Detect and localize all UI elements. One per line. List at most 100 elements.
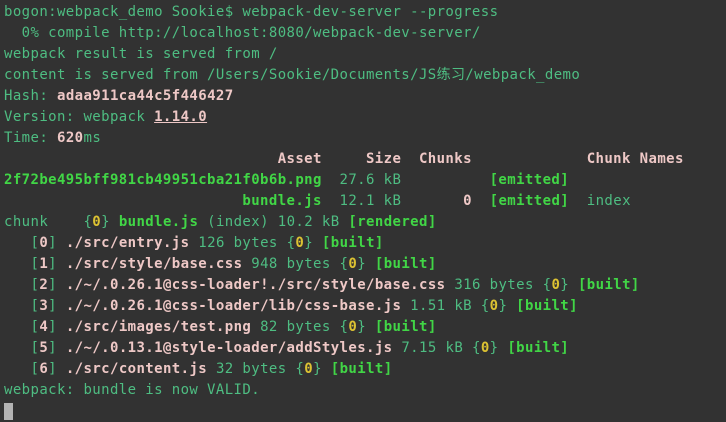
terminal-line: [2] ./~/.0.26.1@css-loader!./src/style/b…: [4, 275, 726, 296]
terminal-text-segment: ./src/entry.js: [66, 235, 190, 251]
terminal-text-segment: 6: [39, 361, 48, 377]
terminal-text-segment: ]: [48, 361, 66, 377]
terminal-text-segment: [built]: [578, 277, 640, 293]
terminal-text-segment: chunk {: [4, 214, 92, 230]
terminal-line: Asset Size Chunks Chunk Names: [4, 149, 726, 170]
terminal-text-segment: 0: [348, 256, 357, 272]
terminal-text-segment: [: [4, 298, 39, 314]
terminal-text-segment: 27.6 kB: [322, 172, 490, 188]
terminal-text-segment: ./~/.0.26.1@css-loader/lib/css-base.js: [66, 298, 402, 314]
terminal-text-segment: [: [4, 340, 39, 356]
terminal-text-segment: [emitted]: [490, 193, 569, 209]
terminal-text-segment: ./~/.0.26.1@css-loader!./src/style/base.…: [66, 277, 446, 293]
terminal-text-segment: [: [4, 319, 39, 335]
terminal-text-segment: [: [4, 235, 39, 251]
terminal-text-segment: 3: [39, 298, 48, 314]
terminal-text-segment: }: [498, 298, 516, 314]
terminal-text-segment: 7.15 kB {: [393, 340, 481, 356]
terminal-text-segment: 0: [348, 319, 357, 335]
terminal-text-segment: Time:: [4, 130, 57, 146]
terminal-text-segment: ]: [48, 277, 66, 293]
terminal-text-segment: index: [569, 193, 631, 209]
terminal-text-segment: [: [4, 277, 39, 293]
terminal-line: [6] ./src/content.js 32 bytes {0} [built…: [4, 359, 726, 380]
terminal-text-segment: content is served from /Users/Sookie/Doc…: [4, 67, 580, 83]
terminal-text-segment: 0: [39, 235, 48, 251]
terminal-text-segment: webpack result is served from /: [4, 46, 278, 62]
terminal-text-segment: 0: [304, 361, 313, 377]
terminal-text-segment: [built]: [322, 235, 384, 251]
terminal-text-segment: [rendered]: [348, 214, 436, 230]
terminal-line: 2f72be495bff981cb49951cba21f0b6b.png 27.…: [4, 170, 726, 191]
terminal-text-segment: }: [101, 214, 119, 230]
terminal-text-segment: (index) 10.2 kB: [198, 214, 348, 230]
terminal-text-segment: bogon:webpack_demo Sookie$ webpack-dev-s…: [4, 4, 498, 20]
terminal-text-segment: }: [313, 361, 331, 377]
terminal-text-segment: ./src/images/test.png: [66, 319, 251, 335]
terminal-text-segment: ]: [48, 298, 66, 314]
terminal-text-segment: webpack: bundle is now VALID.: [4, 382, 260, 398]
terminal-text-segment: 2: [39, 277, 48, 293]
terminal-text-segment: 126 bytes {: [189, 235, 295, 251]
terminal-text-segment: }: [560, 277, 578, 293]
terminal-text-segment: 32 bytes {: [207, 361, 304, 377]
terminal-text-segment: 0: [551, 277, 560, 293]
terminal-text-segment: ./src/style/base.css: [66, 256, 243, 272]
terminal-prompt-line: [4, 401, 726, 422]
terminal-line: webpack result is served from /: [4, 44, 726, 65]
terminal-text-segment: [: [4, 361, 39, 377]
terminal-text-segment: bundle.js: [242, 193, 321, 209]
terminal-line: [0] ./src/entry.js 126 bytes {0} [built]: [4, 233, 726, 254]
terminal-window: bogon:webpack_demo Sookie$ webpack-dev-s…: [0, 0, 726, 417]
terminal-text-segment: 1: [39, 256, 48, 272]
terminal-line: [5] ./~/.0.13.1@style-loader/addStyles.j…: [4, 338, 726, 359]
terminal-text-segment: 0: [92, 214, 101, 230]
terminal-text-segment: ]: [48, 256, 66, 272]
terminal-line: 0% compile http://localhost:8080/webpack…: [4, 23, 726, 44]
terminal-line: bogon:webpack_demo Sookie$ webpack-dev-s…: [4, 2, 726, 23]
terminal-line: Hash: adaa911ca44c5f446427: [4, 86, 726, 107]
terminal-line: chunk {0} bundle.js (index) 10.2 kB [ren…: [4, 212, 726, 233]
terminal-line: [3] ./~/.0.26.1@css-loader/lib/css-base.…: [4, 296, 726, 317]
terminal-text-segment: }: [304, 235, 322, 251]
terminal-text-segment: [built]: [375, 319, 437, 335]
terminal-text-segment: ]: [48, 340, 66, 356]
terminal-text-segment: bundle.js: [119, 214, 198, 230]
terminal-cursor: [4, 403, 13, 420]
terminal-line: Time: 620ms: [4, 128, 726, 149]
terminal-text-segment: 1.51 kB {: [401, 298, 489, 314]
terminal-text-segment: Hash:: [4, 88, 57, 104]
terminal-text-segment: [built]: [331, 361, 393, 377]
terminal-text-segment: [built]: [375, 256, 437, 272]
terminal-text-segment: [4, 193, 242, 209]
terminal-text-segment: ./~/.0.13.1@style-loader/addStyles.js: [66, 340, 393, 356]
terminal-line: webpack: bundle is now VALID.: [4, 380, 726, 401]
terminal-text-segment: 5: [39, 340, 48, 356]
terminal-line: bundle.js 12.1 kB 0 [emitted] index: [4, 191, 726, 212]
terminal-line: content is served from /Users/Sookie/Doc…: [4, 65, 726, 86]
terminal-line: [1] ./src/style/base.css 948 bytes {0} […: [4, 254, 726, 275]
terminal-text-segment: }: [490, 340, 508, 356]
terminal-text-segment: [: [4, 256, 39, 272]
terminal-text-segment: ]: [48, 235, 66, 251]
terminal-text-segment: ./src/content.js: [66, 361, 207, 377]
terminal-text-segment: ms: [83, 130, 101, 146]
terminal-text-segment: 12.1 kB: [322, 193, 463, 209]
terminal-text-segment: 620: [57, 130, 84, 146]
terminal-text-segment: 0: [481, 340, 490, 356]
terminal-text-segment: Version: webpack: [4, 109, 154, 125]
terminal-line: Version: webpack 1.14.0: [4, 107, 726, 128]
terminal-text-segment: 82 bytes {: [251, 319, 348, 335]
terminal-text-segment: 316 bytes {: [445, 277, 551, 293]
terminal-text-segment: 4: [39, 319, 48, 335]
terminal-text-segment: 0% compile http://localhost:8080/webpack…: [4, 25, 481, 41]
terminal-text-segment: 0: [463, 193, 472, 209]
terminal-text-segment: [built]: [516, 298, 578, 314]
terminal-text-segment: }: [357, 256, 375, 272]
terminal-text-segment: 0: [295, 235, 304, 251]
terminal-text-segment: ]: [48, 319, 66, 335]
terminal-text-segment: adaa911ca44c5f446427: [57, 88, 234, 104]
terminal-text-segment: 1.14.0: [154, 109, 207, 125]
terminal-text-segment: }: [357, 319, 375, 335]
terminal-text-segment: 948 bytes {: [242, 256, 348, 272]
